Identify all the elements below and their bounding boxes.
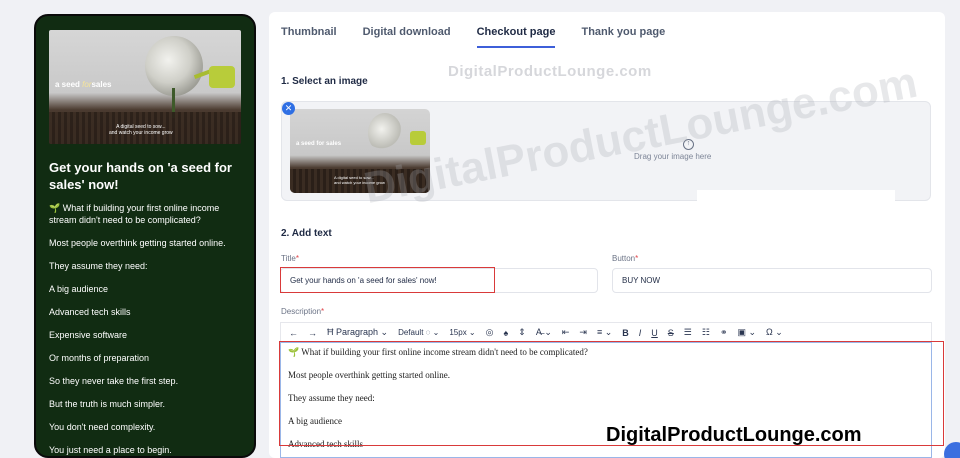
strikethrough-icon[interactable]: S bbox=[668, 328, 674, 338]
thumb-watering-can-icon bbox=[410, 131, 426, 145]
preview-line: They assume they need: bbox=[49, 261, 148, 271]
clear-format-icon[interactable]: A̶ ⌄ bbox=[536, 327, 552, 338]
hero-brand: a seed forsales bbox=[55, 80, 112, 89]
preview-line: A big audience bbox=[49, 284, 109, 294]
italic-icon[interactable]: I bbox=[639, 328, 642, 338]
preview-line: You just need a place to begin. bbox=[49, 445, 172, 455]
highlight-icon[interactable]: ♠ bbox=[504, 328, 509, 338]
font-select[interactable]: Default ◌ ⌄ bbox=[398, 328, 439, 337]
link-icon[interactable]: ⚭ bbox=[720, 327, 728, 338]
bullet-list-icon[interactable]: ☰ bbox=[684, 327, 692, 338]
preview-line: Advanced tech skills bbox=[49, 307, 131, 317]
section-select-image: 1. Select an image bbox=[281, 76, 368, 87]
indent-icon[interactable]: ⇥ bbox=[579, 327, 587, 338]
preview-hero-image: a seed forsales A digital seed to sow...… bbox=[49, 30, 241, 144]
tab-digital-download[interactable]: Digital download bbox=[363, 26, 451, 48]
section-add-text: 2. Add text bbox=[281, 228, 332, 239]
font-size-select[interactable]: 15px ⌄ bbox=[449, 328, 475, 337]
bold-icon[interactable]: B bbox=[622, 328, 629, 338]
align-icon[interactable]: ≡ ⌄ bbox=[597, 327, 612, 338]
redo-icon[interactable]: → bbox=[308, 328, 317, 338]
underline-icon[interactable]: U bbox=[651, 328, 658, 338]
checkout-preview-panel: a seed forsales A digital seed to sow...… bbox=[34, 14, 256, 458]
description-label: Description* bbox=[281, 307, 325, 316]
help-chat-button[interactable] bbox=[944, 442, 960, 458]
money-tree-graphic bbox=[145, 36, 203, 96]
paragraph-select[interactable]: Ħ Paragraph ⌄ bbox=[327, 327, 388, 338]
title-label: Title* bbox=[281, 254, 299, 263]
watering-can-icon bbox=[209, 66, 235, 88]
preview-body: 🌱 What if building your first online inc… bbox=[49, 202, 241, 456]
preview-heading: Get your hands on 'a seed for sales' now… bbox=[49, 160, 232, 192]
preview-line: 🌱 What if building your first online inc… bbox=[49, 203, 220, 225]
tab-thank-you-page[interactable]: Thank you page bbox=[581, 26, 665, 48]
undo-icon[interactable]: ← bbox=[289, 328, 298, 338]
preview-line: So they never take the first step. bbox=[49, 376, 179, 386]
watermark-small: DigitalProductLounge.com bbox=[448, 63, 652, 80]
tab-thumbnail[interactable]: Thumbnail bbox=[281, 26, 337, 48]
button-text-input[interactable]: BUY NOW bbox=[612, 268, 932, 293]
thumb-money-graphic bbox=[368, 113, 402, 153]
preview-line: Most people overthink getting started on… bbox=[49, 238, 226, 248]
image-icon[interactable]: ▣ ⌄ bbox=[738, 327, 757, 338]
button-label: Button* bbox=[612, 254, 639, 263]
hero-tagline: A digital seed to sow... and watch your i… bbox=[109, 124, 173, 136]
preview-line: You don't need complexity. bbox=[49, 422, 156, 432]
watermark-bottom: DigitalProductLounge.com bbox=[606, 424, 862, 446]
preview-line: Expensive software bbox=[49, 330, 128, 340]
numbered-list-icon[interactable]: ☷ bbox=[702, 327, 710, 338]
preview-line: Or months of preparation bbox=[49, 353, 150, 363]
title-highlight bbox=[280, 267, 495, 293]
thumb-brand: a seed for sales bbox=[296, 141, 342, 147]
outdent-icon[interactable]: ⇤ bbox=[562, 327, 570, 338]
remove-image-icon[interactable]: ✕ bbox=[282, 102, 295, 115]
editor-toolbar: ← → Ħ Paragraph ⌄ Default ◌ ⌄ 15px ⌄ ◎ ♠… bbox=[280, 322, 932, 342]
special-char-icon[interactable]: Ω ⌄ bbox=[766, 327, 783, 338]
tab-bar: Thumbnail Digital download Checkout page… bbox=[281, 26, 691, 48]
preview-line: But the truth is much simpler. bbox=[49, 399, 166, 409]
text-color-icon[interactable]: ◎ bbox=[486, 327, 494, 338]
app-root: a seed forsales A digital seed to sow...… bbox=[0, 0, 960, 458]
tab-checkout-page[interactable]: Checkout page bbox=[476, 26, 556, 48]
line-height-icon[interactable]: ⇕ bbox=[518, 327, 526, 338]
redaction-block bbox=[697, 190, 895, 202]
